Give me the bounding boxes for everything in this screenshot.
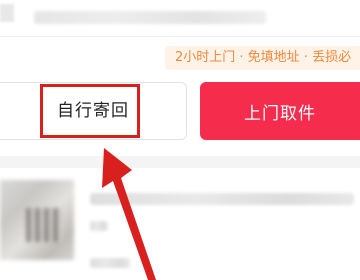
blurred-product-price — [90, 258, 130, 268]
door-pickup-button[interactable]: 上门取件 — [200, 82, 360, 140]
blurred-edge-block — [0, 4, 14, 22]
promo-tag: 2小时上门 · 免填地址 · 丢损必 — [165, 46, 360, 70]
blurred-product-title — [90, 193, 354, 205]
blurred-product-spec — [90, 221, 108, 231]
divider — [0, 36, 360, 37]
annotation-highlight-box — [40, 84, 140, 138]
product-thumbnail-detail — [26, 208, 62, 242]
door-pickup-button-label: 上门取件 — [244, 103, 316, 124]
blurred-text-line — [34, 11, 266, 24]
section-separator — [0, 156, 360, 168]
blurred-header-row — [0, 0, 360, 36]
